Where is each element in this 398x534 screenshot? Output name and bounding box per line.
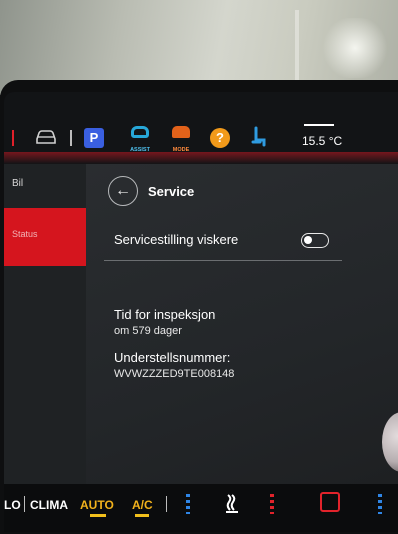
toggle-knob bbox=[304, 236, 312, 244]
seat-cooling-right-icon[interactable] bbox=[378, 494, 382, 514]
fan-glyph bbox=[226, 494, 238, 513]
vin-value: WVWZZZED9TE008148 bbox=[114, 368, 235, 380]
assist-icon bbox=[131, 126, 149, 138]
car-icon[interactable] bbox=[34, 128, 58, 146]
inspection-value: om 579 dager bbox=[114, 325, 182, 337]
page-title: Service bbox=[148, 184, 195, 199]
seat-heating-icon[interactable] bbox=[250, 126, 268, 148]
infotainment-screen: P ASSIST MODE ? 15.5 °C Bil Status ← Ser… bbox=[4, 92, 398, 532]
status-red-tick bbox=[12, 130, 14, 146]
ceiling-light bbox=[320, 18, 390, 78]
nav-item-status-label: Status bbox=[12, 229, 38, 239]
inspection-title: Tid for inspeksjon bbox=[114, 307, 216, 322]
fan-icon[interactable] bbox=[222, 492, 242, 514]
auto-button[interactable]: AUTO bbox=[80, 498, 114, 512]
park-assist-button[interactable]: P bbox=[84, 128, 104, 148]
seat-heating-left-icon[interactable] bbox=[270, 494, 274, 514]
wiper-service-toggle[interactable] bbox=[301, 233, 329, 248]
assist-button[interactable]: ASSIST bbox=[122, 126, 158, 153]
left-navigation: Bil Status bbox=[4, 164, 86, 484]
drive-mode-button[interactable]: MODE bbox=[166, 126, 196, 153]
nav-item-status[interactable]: Status bbox=[4, 208, 86, 266]
temperature-bar bbox=[304, 124, 334, 126]
clima-button[interactable]: CLIMA bbox=[30, 498, 68, 512]
back-arrow-icon: ← bbox=[115, 182, 131, 199]
status-separator bbox=[70, 130, 72, 146]
mode-icon bbox=[172, 126, 190, 138]
driver-temperature[interactable]: LO bbox=[4, 498, 21, 512]
back-button[interactable]: ← bbox=[108, 176, 138, 206]
divider bbox=[104, 260, 342, 261]
status-bar-glow bbox=[4, 152, 398, 164]
climate-separator bbox=[24, 496, 25, 512]
service-panel: ← Service Servicestilling viskere Tid fo… bbox=[86, 164, 398, 484]
seat-cooling-left-icon[interactable] bbox=[186, 494, 190, 514]
wiper-service-label: Servicestilling viskere bbox=[114, 232, 239, 247]
vin-title: Understellsnummer: bbox=[114, 350, 231, 365]
nav-item-bil[interactable]: Bil bbox=[12, 178, 23, 189]
temperature-value: 15.5 °C bbox=[302, 134, 343, 148]
ac-indicator bbox=[135, 514, 149, 517]
auto-indicator bbox=[90, 514, 106, 517]
rear-defrost-icon[interactable] bbox=[320, 492, 340, 512]
help-button[interactable]: ? bbox=[210, 128, 230, 148]
climate-separator bbox=[166, 496, 167, 512]
climate-bar: LO CLIMA AUTO A/C bbox=[4, 484, 398, 532]
ac-button[interactable]: A/C bbox=[132, 498, 153, 512]
